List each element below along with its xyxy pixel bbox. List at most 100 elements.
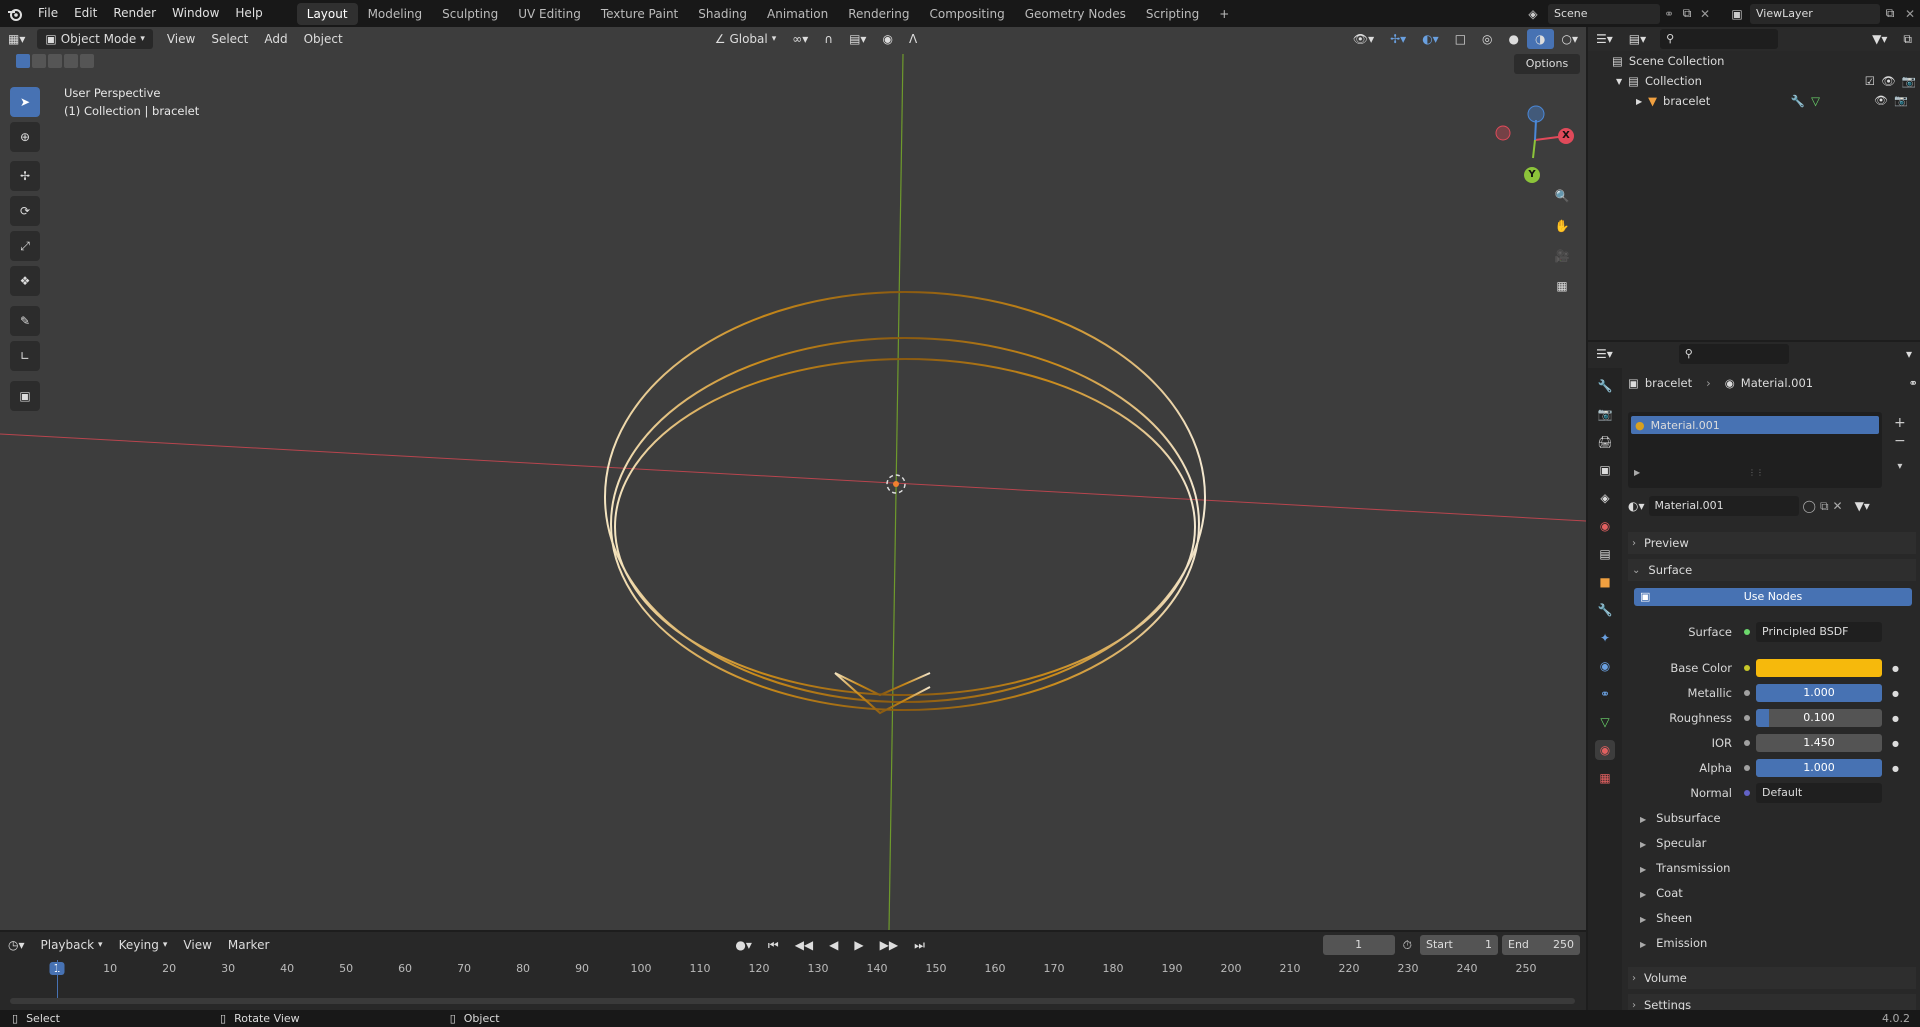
current-frame-field[interactable]: 1 xyxy=(1322,935,1395,955)
keying-menu[interactable]: Keying ▾ xyxy=(111,935,176,955)
mesh-data-icon[interactable]: ▽ xyxy=(1811,94,1820,108)
clock-editor-icon[interactable]: ◷▾ xyxy=(0,935,33,955)
add-slot-button[interactable]: + xyxy=(1894,414,1906,432)
falloff-icon[interactable]: Λ xyxy=(901,29,925,49)
material-slot-list[interactable]: ● Material.001 ▶ ⋮⋮ xyxy=(1628,412,1882,488)
expand-down-icon[interactable]: ▼ xyxy=(1616,77,1622,86)
tab-scripting[interactable]: Scripting xyxy=(1136,3,1209,25)
render-camera-icon[interactable]: 📷 xyxy=(1902,74,1916,88)
shading-rendered-icon[interactable]: ○▾ xyxy=(1554,29,1587,49)
chevron-down-icon[interactable]: ▾ xyxy=(1898,344,1920,364)
alpha-slider[interactable]: 1.000 xyxy=(1756,759,1882,777)
cursor-tool[interactable]: ⊕ xyxy=(10,122,40,152)
subpanel-emission[interactable]: ▶ Emission xyxy=(1640,933,1707,953)
gizmo-y-axis[interactable]: Y xyxy=(1524,167,1540,183)
scene-icon[interactable]: ◈ xyxy=(1518,7,1548,21)
marker-menu[interactable]: Marker xyxy=(220,935,277,955)
keyframe-dot-icon[interactable]: ● xyxy=(1892,764,1899,773)
keyframe-dot-icon[interactable]: ● xyxy=(1892,689,1899,698)
object-tab-icon[interactable]: ■ xyxy=(1595,572,1615,592)
metallic-slider[interactable]: 1.000 xyxy=(1756,684,1882,702)
subpanel-subsurface[interactable]: ▶ Subsurface xyxy=(1640,808,1721,828)
start-frame-field[interactable]: Start 1 xyxy=(1420,935,1498,955)
view-menu[interactable]: View xyxy=(175,935,219,955)
navigation-gizmo[interactable]: X Y xyxy=(1490,92,1580,187)
modifier-wrench-icon[interactable]: 🔧 xyxy=(1791,94,1805,108)
use-nodes-button[interactable]: ▣ Use Nodes xyxy=(1634,588,1912,606)
display-mode-icon[interactable]: ▤▾ xyxy=(1621,29,1654,49)
remove-slot-button[interactable]: − xyxy=(1894,432,1906,450)
annotate-tool[interactable]: ✎ xyxy=(10,306,40,336)
new-collection-icon[interactable]: ⧉ xyxy=(1895,29,1920,49)
proportional-edit-icon[interactable]: ◉ xyxy=(874,29,900,49)
menu-edit[interactable]: Edit xyxy=(66,0,105,27)
pin-icon[interactable]: ⚭ xyxy=(1660,7,1678,21)
shading-solid-icon[interactable]: ● xyxy=(1501,29,1527,49)
orientation-dropdown[interactable]: ∠ Global ▾ xyxy=(707,29,785,49)
panel-volume[interactable]: › Volume xyxy=(1628,967,1916,989)
socket-dot[interactable] xyxy=(1744,665,1750,671)
base-color-swatch[interactable] xyxy=(1756,659,1882,677)
select-new-icon[interactable] xyxy=(16,54,30,68)
mode-dropdown[interactable]: ▣ Object Mode ▾ xyxy=(37,29,153,49)
jump-end-icon[interactable]: ⏭ xyxy=(906,935,933,955)
jump-start-icon[interactable]: ⏮ xyxy=(760,935,787,955)
render-camera-icon[interactable]: 📷 xyxy=(1894,94,1908,107)
gizmo-x-axis[interactable]: X xyxy=(1558,128,1574,144)
ior-slider[interactable]: 1.450 xyxy=(1756,734,1882,752)
socket-dot[interactable] xyxy=(1744,629,1750,635)
menu-add[interactable]: Add xyxy=(256,29,295,49)
visibility-icon[interactable]: 👁▾ xyxy=(1345,29,1382,49)
outliner[interactable]: ☰▾ ▤▾ ⚲ ▼▾ ⧉ ▤ Scene Collection ▼ ▤ Coll… xyxy=(1588,27,1920,340)
panel-settings[interactable]: › Settings xyxy=(1628,994,1916,1010)
stopwatch-icon[interactable]: ⏱ xyxy=(1395,935,1420,955)
subpanel-sheen[interactable]: ▶ Sheen xyxy=(1640,908,1692,928)
subpanel-transmission[interactable]: ▶ Transmission xyxy=(1640,858,1730,878)
material-name-field[interactable]: Material.001 xyxy=(1648,496,1799,516)
close-scene-icon[interactable]: ✕ xyxy=(1696,7,1714,21)
camera-icon[interactable]: 🎥 xyxy=(1549,243,1575,269)
snap-target-icon[interactable]: ▤▾ xyxy=(841,29,874,49)
gizmo-toggle-icon[interactable]: ✢▾ xyxy=(1382,29,1414,49)
scene-tab-icon[interactable]: ◈ xyxy=(1595,488,1615,508)
menu-help[interactable]: Help xyxy=(227,0,270,27)
select-extend-icon[interactable] xyxy=(32,54,46,68)
tree-row-collection[interactable]: ▼ ▤ Collection ☑ 👁 📷 xyxy=(1616,74,1916,88)
tab-uv-editing[interactable]: UV Editing xyxy=(508,3,591,25)
socket-dot[interactable] xyxy=(1744,765,1750,771)
socket-dot[interactable] xyxy=(1744,715,1750,721)
link-type-icon[interactable]: ▼▾ xyxy=(1855,499,1870,513)
expand-right-icon[interactable]: ▶ xyxy=(1636,97,1642,106)
add-cube-tool[interactable]: ▣ xyxy=(10,381,40,411)
transform-tool[interactable]: ❖ xyxy=(10,266,40,296)
prev-keyframe-icon[interactable]: ◀◀ xyxy=(787,935,821,955)
keyframe-dot-icon[interactable]: ● xyxy=(1892,664,1899,673)
material-slot-item[interactable]: ● Material.001 xyxy=(1631,416,1879,434)
tab-geometry-nodes[interactable]: Geometry Nodes xyxy=(1015,3,1136,25)
subpanel-specular[interactable]: ▶ Specular xyxy=(1640,833,1706,853)
play-reverse-icon[interactable]: ◀ xyxy=(821,935,846,955)
world-tab-icon[interactable]: ◉ xyxy=(1595,516,1615,536)
editor-type-icon[interactable]: ☰▾ xyxy=(1588,29,1621,49)
tab-sculpting[interactable]: Sculpting xyxy=(432,3,508,25)
tree-row-scene-collection[interactable]: ▤ Scene Collection xyxy=(1612,54,1724,68)
shading-material-icon[interactable]: ◑ xyxy=(1527,29,1554,49)
unlink-close-icon[interactable]: ✕ xyxy=(1833,499,1843,513)
snap-icon[interactable]: ∩ xyxy=(816,29,841,49)
socket-dot[interactable] xyxy=(1744,740,1750,746)
roughness-slider[interactable]: 0.100 xyxy=(1756,709,1882,727)
eye-icon[interactable]: 👁 xyxy=(1874,94,1888,107)
shading-wireframe-icon[interactable]: ◎ xyxy=(1474,29,1500,49)
select-subtract-icon[interactable] xyxy=(48,54,62,68)
menu-view[interactable]: View xyxy=(159,29,203,49)
normal-field[interactable]: Default xyxy=(1756,783,1882,803)
tab-modeling[interactable]: Modeling xyxy=(358,3,433,25)
menu-object[interactable]: Object xyxy=(296,29,351,49)
menu-window[interactable]: Window xyxy=(164,0,227,27)
new-view-layer-icon[interactable]: ⧉ xyxy=(1880,6,1900,21)
tool-tab-icon[interactable]: 🔧 xyxy=(1595,376,1615,396)
outliner-search-input[interactable]: ⚲ xyxy=(1660,29,1779,49)
tab-animation[interactable]: Animation xyxy=(757,3,838,25)
menu-file[interactable]: File xyxy=(30,0,66,27)
properties-editor[interactable]: ☰▾ ⚲ ▾ 🔧 📷 🖨 ▣ ◈ ◉ ▤ ■ 🔧 ✦ ◉ ⚭ ▽ ◉ ▦ ▣ b… xyxy=(1588,342,1920,1010)
